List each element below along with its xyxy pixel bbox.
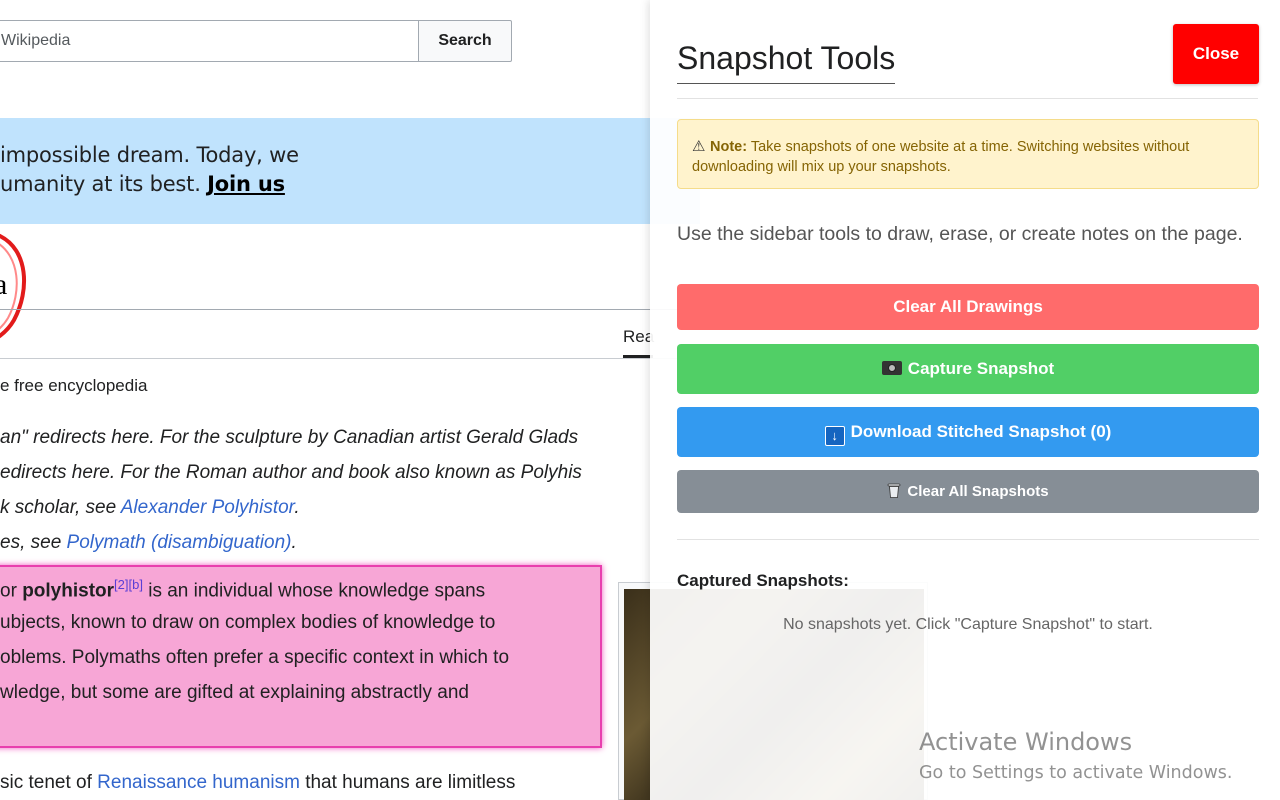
banner-text-line1: impossible dream. Today, we (0, 143, 299, 167)
search-input[interactable]: Wikipedia (0, 20, 419, 62)
hatnote-line: edirects here. For the Roman author and … (0, 462, 582, 483)
lead-text: or (0, 580, 23, 602)
snapshot-tools-panel: Snapshot Tools Close ⚠ Note: Take snapsho… (650, 0, 1280, 800)
renaissance-humanism-link[interactable]: Renaissance humanism (97, 772, 300, 793)
hatnote-line: an" redirects here. For the sculpture by… (0, 427, 579, 448)
clear-snapshots-label: Clear All Snapshots (907, 483, 1049, 500)
lead-paragraph-line: ubjects, known to draw on complex bodies… (0, 612, 496, 633)
camera-icon (881, 361, 902, 375)
tabs-divider (0, 358, 700, 359)
capture-label: Capture Snapshot (907, 359, 1055, 378)
site-subtitle: e free encyclopedia (0, 376, 148, 395)
lead-paragraph-line: oblems. Polymaths often prefer a specifi… (0, 647, 510, 668)
instructions-text: Use the sidebar tools to draw, erase, or… (677, 223, 1243, 245)
title-divider (0, 309, 700, 310)
hatnote-text: . (291, 532, 297, 553)
panel-title: Snapshot Tools (677, 40, 896, 76)
note-text: Take snapshots of one website at a time.… (692, 139, 1190, 175)
banner-text: umanity at its best. (0, 172, 208, 196)
activate-windows-subtitle: Go to Settings to activate Windows. (919, 763, 1233, 783)
clear-all-drawings-button[interactable]: Clear All Drawings (677, 284, 1259, 330)
lead-bold-term: polyhistor (22, 580, 115, 602)
download-icon: ↓ (824, 426, 845, 446)
banner-text-line2: umanity at its best. Join us (0, 172, 285, 196)
warning-icon: ⚠ (692, 138, 706, 155)
empty-snapshots-message: No snapshots yet. Click "Capture Snapsho… (783, 616, 1153, 633)
activate-windows-title: Activate Windows (919, 728, 1133, 756)
red-annotation-drawing (0, 234, 26, 339)
hatnote-text: . (294, 497, 300, 518)
captured-snapshots-heading: Captured Snapshots: (677, 571, 849, 590)
polymath-disambiguation-link[interactable]: Polymath (disambiguation) (67, 532, 292, 553)
close-button[interactable]: Close (1173, 24, 1259, 84)
capture-snapshot-button[interactable]: Capture Snapshot (677, 344, 1259, 394)
search-button[interactable]: Search (418, 20, 512, 62)
clear-all-snapshots-button[interactable]: Clear All Snapshots (677, 470, 1259, 513)
paragraph-line: sic tenet of Renaissance humanism that h… (0, 772, 515, 794)
alexander-polyhistor-link[interactable]: Alexander Polyhistor (121, 497, 295, 518)
lead-text: is an individual whose knowledge spans (142, 580, 486, 602)
hatnote-text: es, see (0, 532, 67, 553)
section-divider (677, 539, 1259, 540)
citation-link[interactable]: [2][b] (114, 577, 143, 592)
note-label: Note: (710, 139, 748, 155)
join-us-link[interactable]: Join us (207, 172, 285, 196)
trash-icon (888, 483, 901, 498)
download-label: Download Stitched Snapshot (0) (850, 422, 1112, 441)
paragraph-text: sic tenet of (0, 772, 98, 793)
lead-paragraph-line: wledge, but some are gifted at explainin… (0, 682, 469, 703)
hatnote-line: k scholar, see Alexander Polyhistor. (0, 497, 300, 519)
hatnote-text: k scholar, see (0, 497, 121, 518)
lead-paragraph-line: or polyhistor[2][b] is an individual who… (0, 577, 485, 602)
title-underline (677, 83, 895, 84)
clear-drawings-label: Clear All Drawings (893, 297, 1043, 316)
fundraising-banner (0, 118, 700, 224)
download-stitched-snapshot-button[interactable]: ↓ Download Stitched Snapshot (0) (677, 407, 1259, 457)
page-title: a (0, 268, 8, 301)
hatnote-line: es, see Polymath (disambiguation). (0, 532, 297, 554)
paragraph-text: that humans are limitless (299, 772, 516, 793)
note-box: ⚠ Note: Take snapshots of one website at … (677, 119, 1259, 189)
header-divider (677, 98, 1258, 99)
